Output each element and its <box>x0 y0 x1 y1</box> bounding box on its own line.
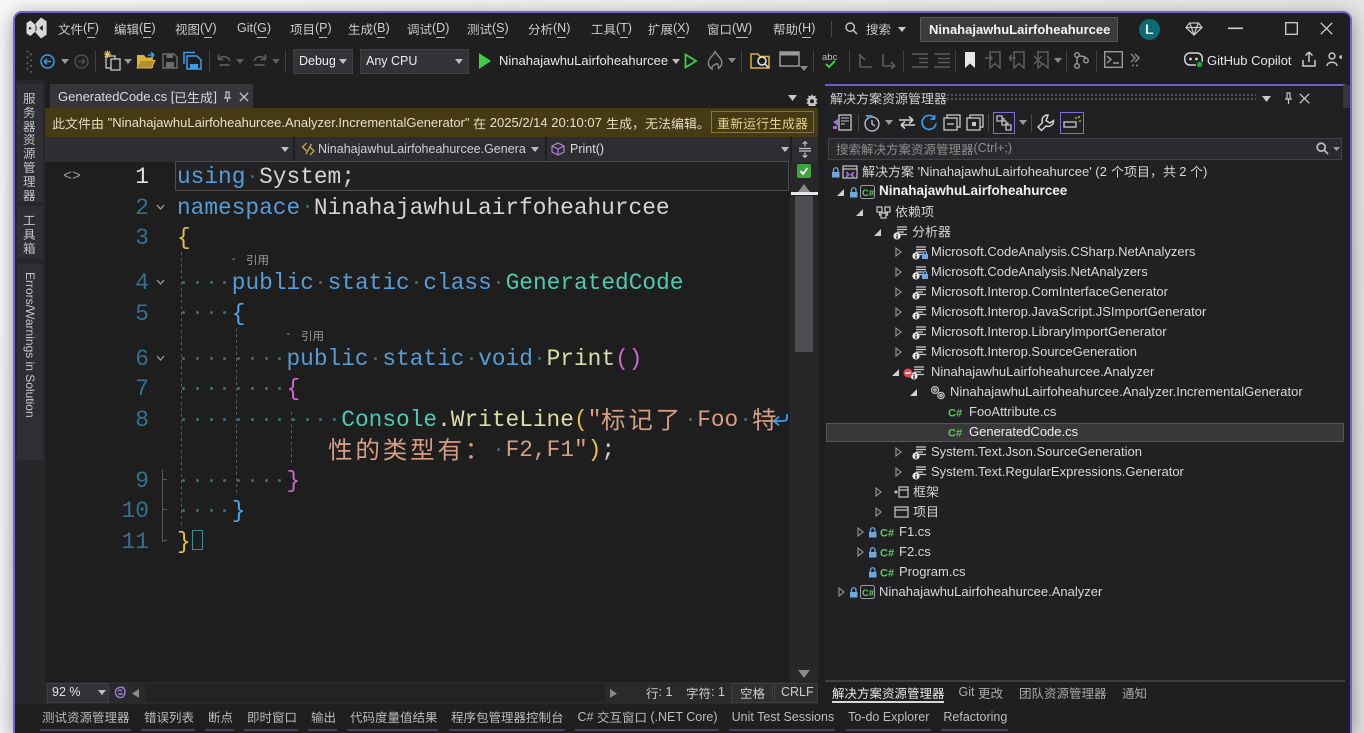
svg-text:C#: C# <box>880 548 894 560</box>
svg-text:C#: C# <box>880 528 894 540</box>
svg-text:C#: C# <box>948 428 962 440</box>
svg-text:C#: C# <box>880 568 894 580</box>
svg-text:C#: C# <box>862 188 875 199</box>
svg-text:C#: C# <box>862 588 875 599</box>
svg-text:C#: C# <box>948 408 962 420</box>
